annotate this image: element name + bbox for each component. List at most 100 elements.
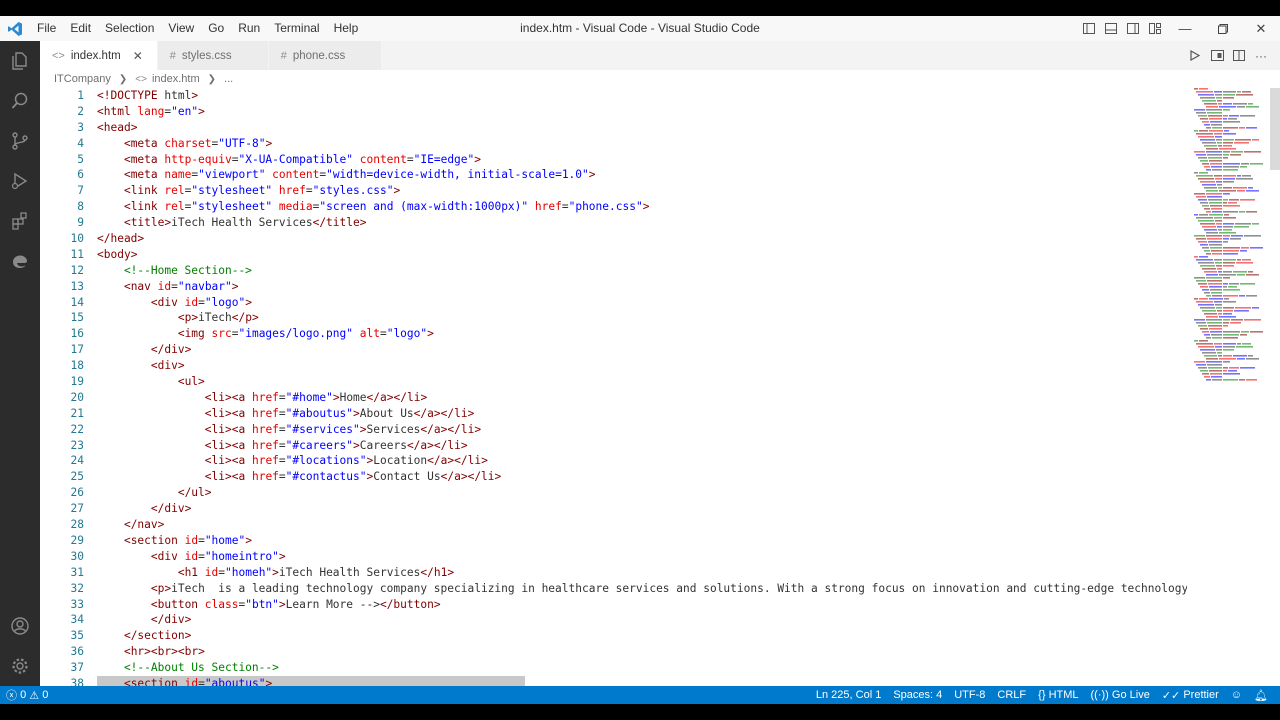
run-file-icon[interactable] [1184,41,1206,70]
maximize-icon[interactable] [1204,16,1242,41]
tab-bar: <> index.htm ✕ # styles.css # phone.css … [40,41,1280,70]
source-control-icon[interactable] [0,121,40,161]
code-line[interactable]: <link rel="stylesheet" href="styles.css"… [97,183,1187,199]
code-line[interactable]: <p>iTech is a leading technology company… [97,581,1187,597]
language-mode[interactable]: {} HTML [1032,686,1084,704]
menu-help[interactable]: Help [327,16,366,41]
code-line[interactable]: <section id="home"> [97,533,1187,549]
code-line[interactable]: <p>iTech</p> [97,310,1187,326]
prettier-status[interactable]: ✓✓ Prettier [1156,686,1225,704]
close-tab-icon[interactable]: ✕ [133,49,145,63]
menu-go[interactable]: Go [201,16,231,41]
code-line[interactable]: </section> [97,628,1187,644]
code-line[interactable]: <ul> [97,374,1187,390]
code-line[interactable]: <title>iTech Health Services</title> [97,215,1187,231]
code-line[interactable]: <section id="aboutus"> [97,676,1187,686]
code-line[interactable]: <body> [97,247,1187,263]
code-line[interactable]: <link rel="stylesheet" media="screen and… [97,199,1187,215]
vertical-scrollbar-thumb[interactable] [1270,88,1280,170]
encoding-status[interactable]: UTF-8 [948,686,991,704]
code-line[interactable]: <hr><br><br> [97,644,1187,660]
more-actions-icon[interactable]: ··· [1250,41,1272,70]
vertical-scrollbar[interactable] [1268,88,1280,686]
indentation-status[interactable]: Spaces: 4 [887,686,948,704]
tab-phone-css[interactable]: # phone.css [268,41,383,70]
code-line[interactable]: <li><a href="#careers">Careers</a></li> [97,438,1187,454]
code-line[interactable]: <div> [97,358,1187,374]
code-line[interactable]: </ul> [97,485,1187,501]
go-live-button[interactable]: ((·)) Go Live [1085,686,1156,704]
code-line[interactable]: </div> [97,342,1187,358]
menu-file[interactable]: File [30,16,63,41]
minimap-line [1207,238,1222,240]
code-line[interactable]: <h1 id="homeh">iTech Health Services</h1… [97,565,1187,581]
code-line[interactable]: <div id="logo"> [97,295,1187,311]
edge-icon[interactable] [0,241,40,281]
breadcrumb-folder[interactable]: ITCompany [54,73,111,85]
cursor-position[interactable]: Ln 225, Col 1 [810,686,887,704]
minimap-line [1194,151,1205,153]
code-line[interactable]: <li><a href="#services">Services</a></li… [97,422,1187,438]
code-line[interactable]: <meta http-equiv="X-UA-Compatible" conte… [97,152,1187,168]
split-editor-icon[interactable] [1228,41,1250,70]
code-line[interactable]: <div id="homeintro"> [97,549,1187,565]
code-line[interactable]: </div> [97,501,1187,517]
code-line[interactable]: <head> [97,120,1187,136]
code-line[interactable]: <li><a href="#contactus">Contact Us</a><… [97,469,1187,485]
toggle-panel-icon[interactable] [1100,16,1122,41]
minimize-icon[interactable]: — [1166,16,1204,41]
code-line[interactable]: <li><a href="#home">Home</a></li> [97,390,1187,406]
minimap-line [1252,139,1259,141]
code-line[interactable]: <!--About Us Section--> [97,660,1187,676]
files-icon[interactable] [0,41,40,81]
breadcrumb-file[interactable]: index.htm [152,73,200,85]
customize-layout-icon[interactable] [1144,16,1166,41]
code-area[interactable]: <!DOCTYPE html> <html lang="en"> <head> <m… [97,88,1187,686]
minimap-line [1207,112,1222,114]
toggle-secondary-sidebar-icon[interactable] [1122,16,1144,41]
minimap-line [1223,334,1239,336]
code-line[interactable]: <button class="btn">Learn More --></butt… [97,597,1187,613]
eol-status[interactable]: CRLF [991,686,1032,704]
code-line[interactable]: <html lang="en"> [97,104,1187,120]
minimap-line [1223,223,1234,225]
code-line[interactable]: <meta charset="UTF-8"> [97,136,1187,152]
code-line[interactable]: <li><a href="#locations">Location</a></l… [97,453,1187,469]
minimap-line [1239,211,1245,213]
close-window-icon[interactable]: ✕ [1242,16,1280,41]
minimap-line [1218,355,1222,357]
menu-edit[interactable]: Edit [63,16,98,41]
search-icon[interactable] [0,81,40,121]
code-line[interactable]: </head> [97,231,1187,247]
menu-terminal[interactable]: Terminal [267,16,326,41]
code-line[interactable]: <img src="images/logo.png" alt="logo"> [97,326,1187,342]
code-line[interactable]: </nav> [97,517,1187,533]
tab-styles-css[interactable]: # styles.css [157,41,269,70]
account-icon[interactable] [0,606,40,646]
code-line[interactable]: <li><a href="#aboutus">About Us</a></li> [97,406,1187,422]
code-editor[interactable]: 1 2 3 4 5 6 7 8 9 10 11 12 13 14 15 16 17 18 19 20 21 22 23 24 2… [40,88,1280,686]
code-line[interactable]: <!--Home Section--> [97,263,1187,279]
extensions-icon[interactable] [0,201,40,241]
run-debug-icon[interactable] [0,161,40,201]
feedback-icon[interactable]: ☺ [1225,686,1248,704]
code-line[interactable]: <meta name="viewport" content="width=dev… [97,167,1187,183]
breadcrumb-more[interactable]: ... [224,73,233,85]
minimap-line [1223,97,1234,99]
minimap-line [1210,247,1222,249]
code-line[interactable]: <nav id="navbar"> [97,279,1187,295]
open-preview-icon[interactable] [1206,41,1228,70]
notifications-bell-icon[interactable]: 🔔︎ [1248,686,1274,704]
minimap[interactable] [1190,88,1268,388]
menu-view[interactable]: View [161,16,201,41]
minimap-line [1233,187,1247,189]
tab-index-htm[interactable]: <> index.htm ✕ [40,41,158,70]
problems-status[interactable]: ⓧ 0 ⚠ 0 [0,686,54,704]
settings-gear-icon[interactable] [0,646,40,686]
minimap-line [1202,310,1216,312]
code-line[interactable]: <!DOCTYPE html> [97,88,1187,104]
menu-run[interactable]: Run [231,16,267,41]
menu-selection[interactable]: Selection [98,16,161,41]
code-line[interactable]: </div> [97,612,1187,628]
toggle-primary-sidebar-icon[interactable] [1078,16,1100,41]
